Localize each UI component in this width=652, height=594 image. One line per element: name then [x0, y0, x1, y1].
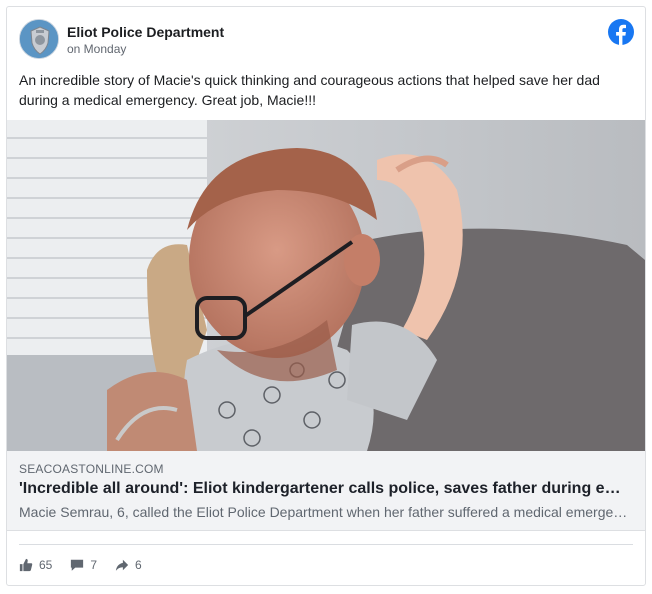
- like-count-value: 65: [39, 558, 53, 572]
- police-badge-icon: [20, 20, 58, 58]
- share-count[interactable]: 6: [115, 558, 142, 572]
- share-arrow-icon: [115, 559, 129, 571]
- footer-divider: [19, 544, 633, 545]
- comment-count[interactable]: 7: [70, 558, 97, 572]
- page-avatar[interactable]: [19, 19, 59, 59]
- post-header: Eliot Police Department on Monday: [7, 7, 645, 69]
- like-count[interactable]: 65: [19, 558, 52, 572]
- post-timestamp[interactable]: on Monday: [67, 42, 126, 56]
- post-message: An incredible story of Macie's quick thi…: [19, 72, 600, 108]
- engagement-bar: 65 7 6: [19, 555, 160, 575]
- link-description: Macie Semrau, 6, called the Eliot Police…: [19, 504, 629, 520]
- facebook-post-card: Eliot Police Department on Monday An inc…: [6, 6, 646, 586]
- comment-bubble-icon: [71, 559, 84, 571]
- share-count-value: 6: [135, 558, 142, 572]
- link-domain: SEACOASTONLINE.COM: [19, 462, 164, 476]
- post-photo[interactable]: [7, 120, 645, 451]
- link-preview[interactable]: SEACOASTONLINE.COM 'Incredible all aroun…: [7, 451, 645, 531]
- link-title[interactable]: 'Incredible all around': Eliot kindergar…: [19, 480, 629, 498]
- comment-count-value: 7: [90, 558, 98, 572]
- facebook-logo-icon[interactable]: [608, 19, 634, 45]
- page-name-link[interactable]: Eliot Police Department: [67, 24, 224, 40]
- thumbs-up-icon: [19, 558, 33, 572]
